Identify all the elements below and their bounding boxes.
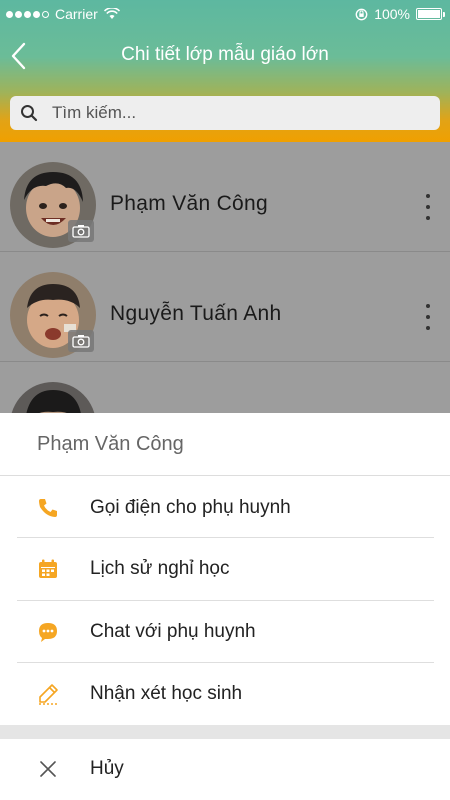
pencil-icon — [36, 682, 60, 706]
navigation-bar: Chi tiết lớp mẫu giáo lớn — [0, 28, 450, 84]
student-review-button[interactable]: Nhận xét học sinh — [0, 663, 450, 725]
more-options-button[interactable] — [424, 194, 432, 220]
cancel-button[interactable]: Hủy — [0, 738, 450, 800]
chat-parent-button[interactable]: Chat với phụ huynh — [0, 601, 450, 663]
signal-strength-icon — [6, 10, 49, 18]
camera-icon — [72, 335, 90, 348]
chat-icon — [36, 620, 60, 644]
call-parent-button[interactable]: Gọi điện cho phụ huynh — [0, 477, 450, 539]
cancel-label: Hủy — [90, 758, 124, 779]
camera-icon — [72, 225, 90, 238]
chat-parent-label: Chat với phụ huynh — [90, 621, 256, 642]
call-parent-label: Gọi điện cho phụ huynh — [90, 497, 291, 518]
search-input[interactable] — [52, 96, 432, 130]
close-icon — [36, 757, 60, 781]
search-icon — [21, 105, 38, 122]
absence-history-label: Lịch sử nghỉ học — [90, 558, 230, 579]
more-vertical-icon — [426, 194, 430, 198]
student-name: Nguyễn Tuấn Anh — [110, 302, 282, 325]
action-sheet-title: Phạm Văn Công — [37, 433, 184, 455]
calendar-icon — [36, 557, 60, 581]
status-left: Carrier — [6, 6, 120, 22]
wifi-icon — [103, 8, 120, 19]
change-photo-button[interactable] — [68, 220, 94, 242]
phone-icon — [36, 496, 60, 520]
section-gap — [0, 725, 450, 739]
battery-percent: 100% — [374, 6, 410, 22]
student-review-label: Nhận xét học sinh — [90, 683, 243, 704]
list-item[interactable]: Phạm Văn Công — [0, 142, 450, 252]
absence-history-button[interactable]: Lịch sử nghỉ học — [0, 538, 450, 600]
status-bar: Carrier 100% — [0, 0, 450, 28]
battery-icon — [416, 8, 445, 20]
search-bar[interactable] — [10, 96, 440, 130]
list-item[interactable]: Nguyễn Tuấn Anh — [0, 252, 450, 362]
divider — [0, 475, 450, 476]
change-photo-button[interactable] — [68, 330, 94, 352]
more-vertical-icon — [426, 304, 430, 308]
more-options-button[interactable] — [424, 304, 432, 330]
header: Carrier 100% Chi tiết lớp mẫu giáo lớn — [0, 0, 450, 142]
status-right: 100% — [355, 6, 445, 22]
action-sheet: Phạm Văn Công Gọi điện cho phụ huynh Lịc… — [0, 413, 450, 800]
rotation-lock-icon — [355, 8, 368, 20]
carrier-label: Carrier — [55, 6, 98, 22]
page-title: Chi tiết lớp mẫu giáo lớn — [121, 44, 329, 65]
student-name: Phạm Văn Công — [110, 192, 268, 215]
